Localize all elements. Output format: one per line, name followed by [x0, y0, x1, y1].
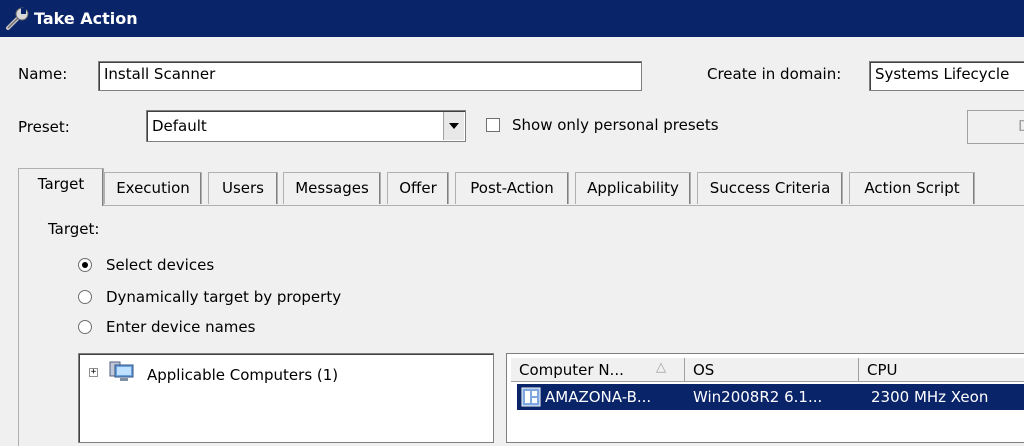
radio-enter-device-names[interactable] [78, 320, 92, 334]
title-bar: Take Action [0, 0, 1024, 37]
tab-action-script[interactable]: Action Script [849, 172, 975, 204]
tree-expand-toggle[interactable]: + [89, 368, 98, 377]
sort-ascending-icon: △ [656, 360, 666, 375]
name-field[interactable]: Install Scanner [98, 61, 642, 91]
computers-group-icon [109, 361, 134, 381]
tab-target[interactable]: Target [18, 168, 104, 206]
radio-enter-device-names-label: Enter device names [106, 318, 256, 336]
tree-item-applicable-computers[interactable]: Applicable Computers (1) [147, 366, 338, 384]
computer-icon [521, 387, 541, 407]
target-heading: Target: [48, 220, 100, 238]
window-title: Take Action [34, 9, 138, 28]
tab-post-action[interactable]: Post-Action [455, 172, 569, 204]
chevron-down-icon[interactable] [443, 112, 464, 140]
personal-presets-label: Show only personal presets [512, 116, 719, 134]
cell-os: Win2008R2 6.1... [693, 388, 823, 406]
tab-success-criteria[interactable]: Success Criteria [697, 172, 843, 204]
radio-select-devices[interactable] [78, 258, 92, 272]
preset-label: Preset: [18, 118, 70, 136]
domain-field-value: Systems Lifecycle [875, 65, 1010, 83]
column-header-os[interactable]: OS [685, 358, 859, 382]
partial-button-label: D [1018, 117, 1024, 135]
radio-dynamic-target-label: Dynamically target by property [106, 288, 342, 306]
tab-applicability[interactable]: Applicability [575, 172, 691, 204]
tab-offer[interactable]: Offer [387, 172, 449, 204]
computer-tree[interactable]: + Applicable Computers (1) [78, 353, 494, 443]
column-header-cpu[interactable]: CPU [859, 358, 1024, 382]
preset-select[interactable]: Default [146, 110, 466, 142]
preset-select-value: Default [152, 117, 207, 135]
cell-computer-name: AMAZONA-B... [545, 388, 652, 406]
name-field-value: Install Scanner [104, 65, 216, 83]
wrench-icon [6, 7, 29, 30]
domain-field[interactable]: Systems Lifecycle [869, 61, 1024, 91]
name-label: Name: [18, 65, 68, 83]
table-row[interactable]: AMAZONA-B... Win2008R2 6.1... 2300 MHz X… [517, 384, 1024, 410]
tab-users[interactable]: Users [208, 172, 278, 204]
personal-presets-checkbox[interactable] [486, 118, 500, 132]
tab-execution[interactable]: Execution [104, 172, 202, 204]
column-header-computer[interactable]: Computer N... △ [511, 358, 685, 382]
device-grid[interactable]: Computer N... △ OS CPU AMAZONA-B... Win2… [506, 353, 1024, 443]
tab-messages[interactable]: Messages [283, 172, 381, 204]
partial-button[interactable]: D [967, 110, 1024, 144]
domain-label: Create in domain: [707, 65, 842, 83]
radio-select-devices-label: Select devices [106, 256, 215, 274]
cell-cpu: 2300 MHz Xeon [871, 388, 989, 406]
radio-dynamic-target[interactable] [78, 290, 92, 304]
